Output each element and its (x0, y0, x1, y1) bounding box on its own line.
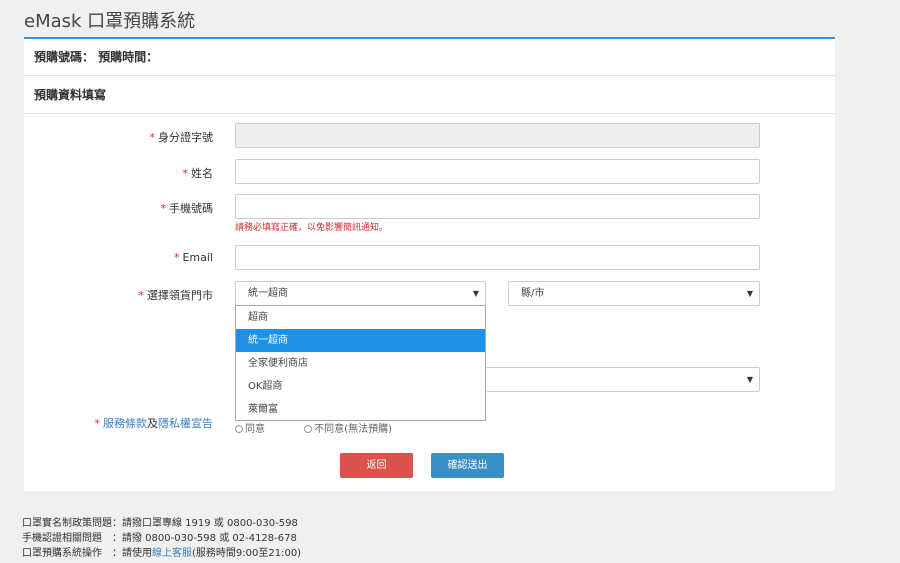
disagree-label: 不同意(無法預購) (314, 424, 392, 435)
required-mark: * (94, 417, 101, 430)
email-input[interactable] (235, 245, 760, 270)
name-input[interactable] (235, 159, 760, 184)
agree-radio[interactable] (235, 425, 243, 433)
footer-line: 口罩預購系統操作 ：請使用線上客服(服務時間9:00至21:00) (22, 546, 301, 561)
footer-text: (服務時間9:00至21:00) (192, 548, 302, 559)
email-label-text: Email (182, 251, 213, 264)
dropdown-arrow-icon: ▼ (746, 289, 753, 298)
dropdown-option[interactable]: 統一超商 (236, 329, 485, 352)
online-service-link[interactable]: 線上客服 (152, 548, 192, 559)
app-title: eMask 口罩預購系統 (24, 11, 196, 32)
store-type-value: 統一超商 (248, 288, 288, 299)
dropdown-option[interactable]: OK超商 (236, 375, 485, 398)
store-label-text: 選擇領貨門市 (147, 289, 213, 302)
footer: 口罩實名制政策問題：請撥口罩專線 1919 或 0800-030-598 手機認… (22, 516, 301, 561)
phone-input[interactable] (235, 194, 760, 219)
terms-label: * 服務條款及隱私權宣告 (95, 415, 214, 431)
required-mark: * (173, 251, 180, 264)
county-select[interactable]: 縣/市 ▼ (508, 281, 760, 306)
id-label: * 身分證字號 (150, 129, 214, 145)
terms-radio-group: 同意 不同意(無法預購) (235, 420, 392, 435)
order-info-header: 預購號碼： 預購時間： (24, 39, 835, 76)
required-mark: * (182, 167, 189, 180)
phone-hint: 請務必填寫正確，以免影響簡訊通知。 (235, 223, 389, 233)
phone-label-text: 手機號碼 (169, 202, 213, 215)
terms-and: 及 (147, 417, 158, 430)
id-label-text: 身分證字號 (158, 131, 213, 144)
submit-button[interactable]: 確認送出 (431, 453, 504, 478)
store-type-select[interactable]: 統一超商 ▼ (235, 281, 486, 306)
dropdown-arrow-icon: ▼ (746, 375, 753, 384)
dropdown-option[interactable]: 超商 (236, 306, 485, 329)
store-type-dropdown: 超商 統一超商 全家便利商店 OK超商 萊爾富 (235, 305, 486, 421)
disagree-radio[interactable] (304, 425, 313, 433)
name-label-text: 姓名 (191, 167, 213, 180)
dropdown-option[interactable]: 萊爾富 (236, 398, 485, 421)
dropdown-arrow-icon: ▼ (472, 289, 479, 298)
id-number-input (235, 123, 760, 148)
required-mark: * (160, 202, 167, 215)
section-title: 預購資料填寫 (24, 77, 835, 114)
footer-line: 口罩實名制政策問題：請撥口罩專線 1919 或 0800-030-598 (22, 518, 298, 529)
footer-line: 手機認證相關問題 ：請撥 0800-030-598 或 02-4128-678 (22, 533, 297, 544)
privacy-link[interactable]: 隱私權宣告 (158, 417, 213, 430)
required-mark: * (149, 131, 156, 144)
name-label: * 姓名 (183, 165, 214, 181)
required-mark: * (138, 289, 145, 302)
agree-label: 同意 (245, 424, 265, 435)
store-label: * 選擇領貨門市 (139, 287, 214, 303)
dropdown-option[interactable]: 全家便利商店 (236, 352, 485, 375)
order-form-panel: 預購號碼： 預購時間： 預購資料填寫 * 身分證字號 * 姓名 * 手機號碼 請務必填… (24, 37, 835, 491)
terms-link[interactable]: 服務條款 (103, 417, 147, 430)
phone-label: * 手機號碼 (161, 200, 214, 216)
store-branch-select[interactable]: ▼ (486, 367, 760, 392)
back-button[interactable]: 返回 (340, 453, 413, 478)
footer-text: 口罩預購系統操作 ：請使用 (22, 548, 152, 559)
county-value: 縣/市 (521, 288, 545, 299)
email-label: * Email (174, 251, 213, 264)
